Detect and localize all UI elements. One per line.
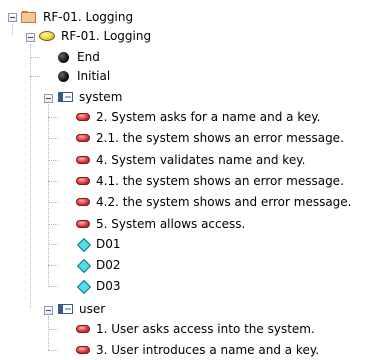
action-icon: [76, 325, 90, 333]
action-label: 2.1. the system shows an error message.: [96, 131, 344, 145]
tree-connector: [30, 57, 40, 58]
tree-item-decision[interactable]: D02: [76, 255, 121, 275]
action-icon: [76, 346, 90, 354]
tree-item-action[interactable]: 1. User asks access into the system.: [76, 319, 315, 339]
tree-connector: [48, 160, 58, 161]
tree-connector: [12, 24, 13, 35]
decision-label: D02: [96, 258, 121, 272]
collapse-user-toggle[interactable]: [44, 306, 53, 315]
decision-label: D01: [96, 237, 121, 251]
action-label: 3. User introduces a name and a key.: [96, 343, 320, 357]
action-label: 4.2. the system shows and error message.: [96, 195, 352, 209]
decision-icon: [76, 279, 90, 293]
action-icon: [76, 113, 90, 121]
system-label: system: [79, 90, 123, 104]
tree-item-action[interactable]: 2. System asks for a name and a key.: [76, 107, 320, 127]
tree-connector: [48, 104, 49, 287]
user-label: user: [79, 302, 106, 316]
action-icon: [76, 134, 90, 142]
tree-item-decision[interactable]: D03: [76, 276, 121, 296]
initial-node-icon: [58, 70, 69, 82]
tree-item-end[interactable]: End: [56, 47, 100, 67]
tree-item-decision[interactable]: D01: [76, 234, 121, 254]
tree-item-action[interactable]: 4. System validates name and key.: [76, 150, 305, 170]
folder-icon: [21, 11, 37, 23]
decision-icon: [76, 258, 90, 272]
action-label: 1. User asks access into the system.: [96, 322, 315, 336]
tree-item-package[interactable]: RF-01. Logging: [21, 7, 133, 27]
tree-item-use-case[interactable]: RF-01. Logging: [39, 26, 151, 46]
tree-item-action[interactable]: 2.1. the system shows an error message.: [76, 128, 344, 148]
partition-icon: [58, 92, 73, 102]
partition-icon: [58, 304, 73, 314]
tree-connector: [48, 350, 58, 351]
tree-connector: [48, 181, 58, 182]
final-node-icon: [58, 51, 69, 63]
tree-connector: [30, 76, 40, 77]
collapse-system-toggle[interactable]: [44, 94, 53, 103]
end-label: End: [77, 50, 100, 64]
action-icon: [76, 198, 90, 206]
action-icon: [76, 156, 90, 164]
action-label: 4. System validates name and key.: [96, 153, 306, 167]
decision-icon: [76, 237, 90, 251]
use-case-label: RF-01. Logging: [61, 29, 152, 43]
tree-item-action[interactable]: 4.2. the system shows and error message.: [76, 192, 352, 212]
action-label: 4.1. the system shows an error message.: [96, 174, 344, 188]
tree-connector: [48, 329, 58, 330]
tree-connector: [48, 202, 58, 203]
tree-item-action[interactable]: 5. System allows access.: [76, 214, 245, 234]
tree-item-action[interactable]: 4.1. the system shows an error message.: [76, 171, 344, 191]
use-case-icon: [39, 31, 55, 41]
action-label: 5. System allows access.: [96, 217, 246, 231]
tree-item-system[interactable]: system: [58, 87, 122, 107]
tree-connector: [48, 265, 58, 266]
decision-label: D03: [96, 279, 121, 293]
tree-item-action[interactable]: 3. User introduces a name and a key.: [76, 340, 319, 360]
initial-label: Initial: [77, 69, 111, 83]
project-browser-tree: RF-01. Logging RF-01. Logging End Initia…: [0, 0, 368, 360]
tree-connector: [48, 316, 49, 350]
action-label: 2. System asks for a name and a key.: [96, 110, 321, 124]
action-icon: [76, 177, 90, 185]
tree-connector: [48, 138, 58, 139]
collapse-package-toggle[interactable]: [8, 13, 17, 22]
tree-connector: [48, 244, 58, 245]
tree-connector: [48, 286, 58, 287]
package-label: RF-01. Logging: [43, 10, 134, 24]
tree-item-user[interactable]: user: [58, 299, 105, 319]
tree-connector: [48, 117, 58, 118]
tree-connector: [48, 224, 58, 225]
tree-item-initial[interactable]: Initial: [56, 66, 110, 86]
collapse-use-case-toggle[interactable]: [26, 33, 35, 42]
tree-connector: [30, 44, 31, 308]
action-icon: [76, 220, 90, 228]
